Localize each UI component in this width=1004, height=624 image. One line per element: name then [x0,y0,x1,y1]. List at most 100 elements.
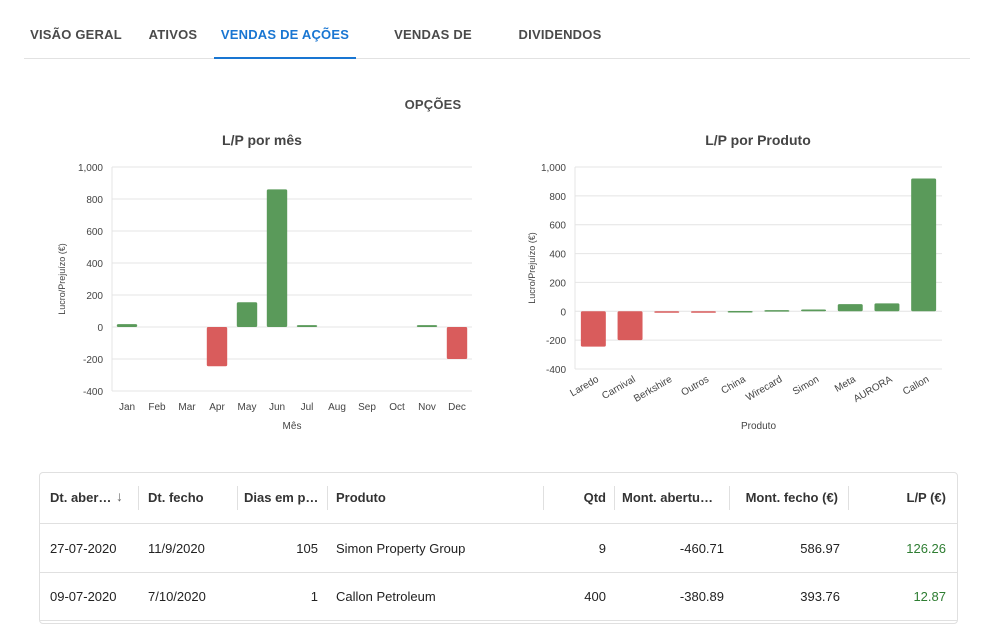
x-tick-label: Berkshire [632,374,674,405]
x-tick-label: Outros [679,374,710,399]
cell-produto: Callon Petroleum [336,589,436,604]
y-tick-label: 800 [86,195,103,206]
bar [236,302,258,327]
tab-vendas-de-opcoes[interactable]: VENDAS DE OPÇÕES [364,0,502,112]
cell-qtd: 400 [584,589,606,604]
y-tick-label: 600 [549,221,566,232]
cell-dt-abertura: 09-07-2020 [50,589,117,604]
column-separator[interactable] [543,486,544,510]
column-separator[interactable] [138,486,139,510]
x-axis-label: Produto [741,421,776,432]
cell-dias-em-posse: 1 [310,589,318,604]
x-tick-label: Wirecard [744,374,784,404]
bar [580,311,606,347]
bar [911,178,937,312]
x-tick-label: Callon [901,374,931,398]
x-tick-label: Jun [269,402,285,413]
x-tick-label: Mar [178,402,196,413]
x-tick-label: Aug [328,402,346,413]
header-mont-abertura[interactable]: Mont. abertura (€) [622,490,718,505]
y-tick-label: 200 [549,278,566,289]
x-tick-label: AURORA [852,374,895,405]
bar [837,304,863,312]
cell-dias-em-posse: 105 [296,541,318,556]
x-tick-label: Meta [833,374,858,395]
cell-mont-fecho: 586.97 [800,541,840,556]
cell-qtd: 9 [598,541,606,556]
cell-dt-fecho: 7/10/2020 [148,589,206,604]
y-tick-label: -200 [546,336,566,347]
bar [690,311,716,313]
y-tick-label: 600 [86,227,103,238]
x-axis-label: Mês [283,421,302,432]
sales-table: Dt. abertura ↓ Dt. fecho Dias em posse P… [39,472,958,624]
bar [446,327,468,359]
bar [206,327,228,367]
header-lp[interactable]: L/P (€) [860,490,947,505]
y-tick-label: -400 [83,387,103,398]
x-tick-label: Oct [389,402,405,413]
x-tick-label: Jan [119,402,135,413]
column-separator[interactable] [614,486,615,510]
tab-ativos[interactable]: ATIVOS [138,0,208,57]
bar [764,310,790,312]
x-tick-label: Feb [148,402,166,413]
header-dias-em-posse[interactable]: Dias em posse [244,490,326,505]
x-tick-label: Apr [209,402,225,413]
chart-lp-por-mes-svg: L/P por mês -400 -200 0 200 400 600 800 1,000 Jan… [57,132,472,432]
tab-dividendos[interactable]: DIVIDENDOS [512,0,608,57]
y-tick-label: 0 [97,323,103,334]
column-separator[interactable] [327,486,328,510]
x-tick-label: Sep [358,402,376,413]
bar [874,303,900,312]
column-separator[interactable] [237,486,238,510]
column-separator[interactable] [848,486,849,510]
x-tick-label: Laredo [568,374,601,399]
cell-lp: 126.26 [906,541,946,556]
sort-desc-icon[interactable]: ↓ [116,488,123,504]
chart-lp-por-produto: L/P por Produto -400 -200 0 200 400 600 800 1,00… [510,120,960,440]
bar [296,325,318,327]
y-tick-label: 800 [549,192,566,203]
y-tick-label: -200 [83,355,103,366]
tab-vendas-de-acoes[interactable]: VENDAS DE AÇÕES [214,0,356,59]
cell-mont-abertura: -380.89 [679,589,724,604]
y-tick-label: 0 [560,307,566,318]
bar [116,324,138,327]
tab-bar: VISÃO GERAL ATIVOS VENDAS DE AÇÕES VENDA… [24,0,970,112]
chart-title: L/P por Produto [705,132,811,148]
column-separator[interactable] [729,486,730,510]
table-row[interactable]: 27-07-2020 11/9/2020 105 Simon Property … [40,524,957,573]
x-tick-label: Jul [301,402,314,413]
x-tick-label: Carnival [600,374,637,402]
x-tick-label: Simon [791,374,821,398]
y-tick-label: 400 [549,250,566,261]
cell-lp: 12.87 [913,589,946,604]
cell-mont-fecho: 393.76 [800,589,840,604]
cell-mont-abertura: -460.71 [679,541,724,556]
header-qtd[interactable]: Qtd [560,490,606,505]
chart-title: L/P por mês [222,132,302,148]
bar [801,309,827,312]
bar [416,325,438,327]
table-header: Dt. abertura ↓ Dt. fecho Dias em posse P… [40,473,957,524]
cell-produto: Simon Property Group [336,541,466,556]
x-tick-label: Nov [418,402,436,413]
chart-lp-por-produto-svg: L/P por Produto -400 -200 0 200 400 600 800 1,00… [527,132,942,432]
bar [617,311,643,341]
header-dt-abertura[interactable]: Dt. abertura [50,490,114,505]
bar [727,310,753,313]
bar [654,311,680,313]
y-tick-label: 1,000 [541,163,566,174]
cell-dt-abertura: 27-07-2020 [50,541,117,556]
header-mont-fecho[interactable]: Mont. fecho (€) [736,490,838,505]
y-tick-label: -400 [546,365,566,376]
bar [266,189,288,327]
y-axis-label: Lucro/Prejuízo (€) [527,232,537,304]
tab-visao-geral[interactable]: VISÃO GERAL [24,0,128,57]
header-dt-fecho[interactable]: Dt. fecho [148,490,228,505]
header-produto[interactable]: Produto [336,490,536,505]
cell-dt-fecho: 11/9/2020 [148,541,205,556]
x-tick-label: Dec [448,402,466,413]
table-row[interactable]: 09-07-2020 7/10/2020 1 Callon Petroleum … [40,572,957,621]
